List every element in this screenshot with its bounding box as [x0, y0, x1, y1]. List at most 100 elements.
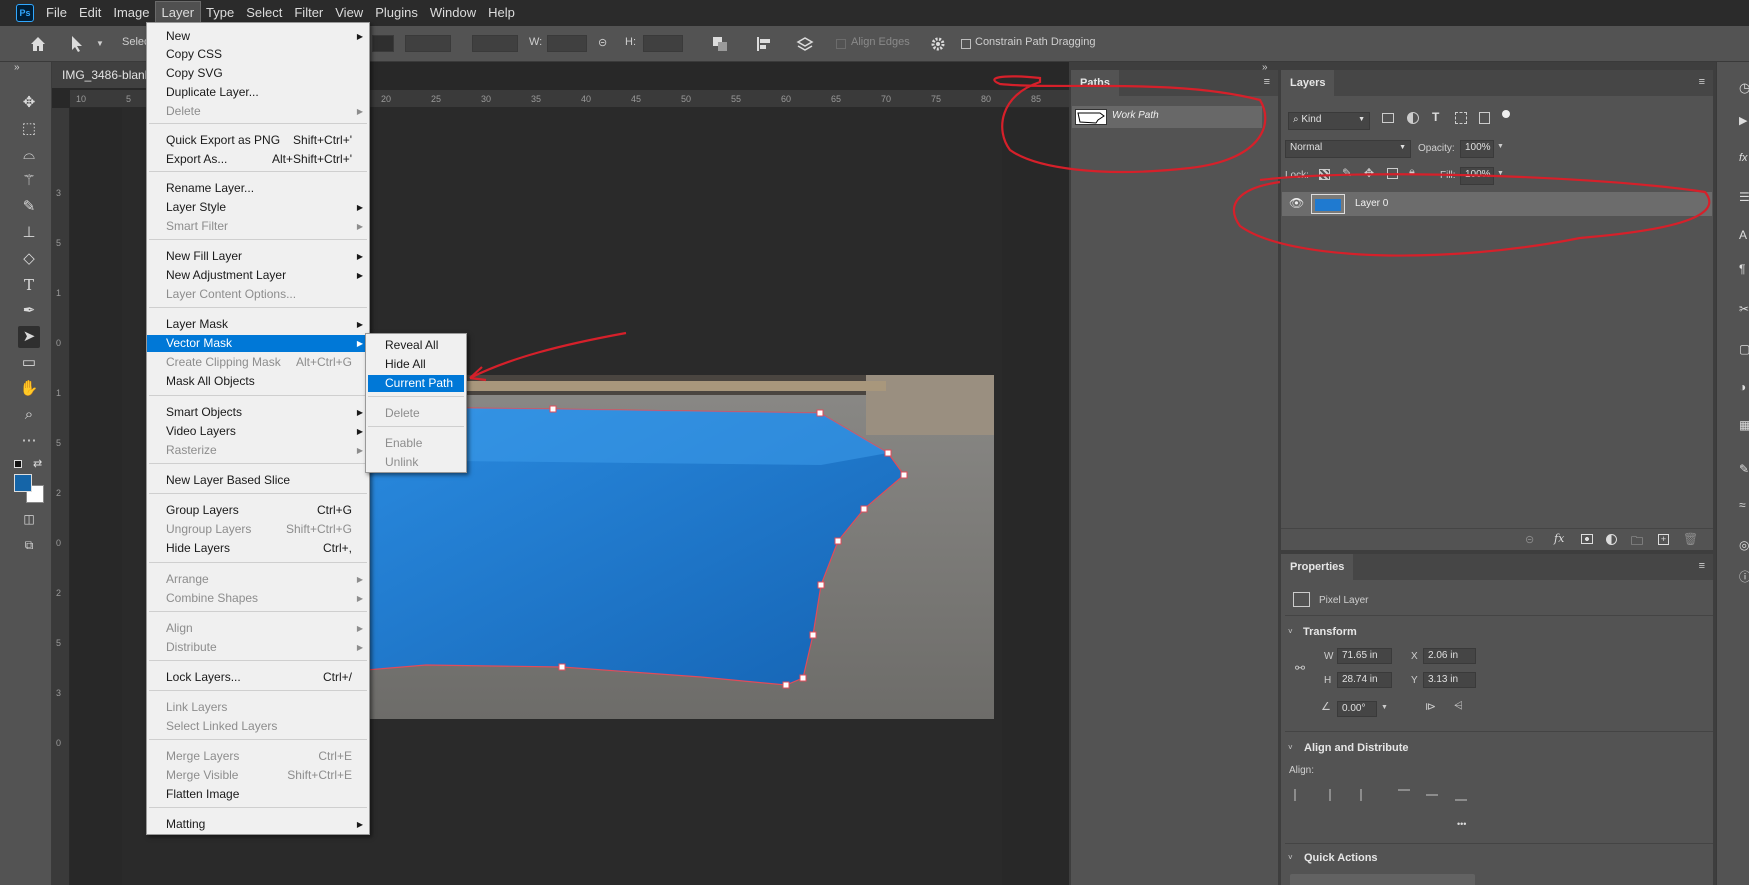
- layer-style-icon[interactable]: fx: [1554, 532, 1564, 545]
- stamp-tool-icon[interactable]: ⊥: [18, 222, 40, 244]
- adjustments-icon[interactable]: ☰: [1739, 190, 1749, 204]
- menu-filter[interactable]: Filter: [288, 2, 329, 24]
- menu-plugins[interactable]: Plugins: [369, 2, 424, 24]
- chevron-down-icon[interactable]: ˅: [1288, 743, 1293, 752]
- tab-layers[interactable]: Layers: [1281, 70, 1335, 96]
- eraser-tool-icon[interactable]: ◇: [18, 248, 40, 270]
- align-left-icon[interactable]: [1294, 789, 1306, 801]
- panel-menu-icon[interactable]: ≡: [1699, 560, 1705, 572]
- menu-item-group-layers[interactable]: Group Layers Ctrl+G: [147, 502, 369, 519]
- quick-actions-title[interactable]: Quick Actions: [1304, 852, 1378, 864]
- menu-select[interactable]: Select: [240, 2, 288, 24]
- collapse-toolbar-icon[interactable]: »: [14, 62, 20, 73]
- menu-item-select-linked-layers[interactable]: Select Linked Layers: [147, 718, 369, 735]
- libraries-icon[interactable]: ▢: [1739, 342, 1749, 356]
- width-field[interactable]: [547, 35, 587, 52]
- menu-item-vector-mask[interactable]: Vector Mask ▶: [147, 335, 369, 352]
- angle-field[interactable]: 0.00°: [1337, 701, 1377, 717]
- layer-row[interactable]: 👁︎ Layer 0: [1282, 192, 1712, 216]
- screen-mode-icon[interactable]: ⧉: [18, 534, 40, 556]
- brush-settings-icon[interactable]: ✎: [1739, 462, 1749, 476]
- menu-item-combine-shapes[interactable]: Combine Shapes ▶: [147, 590, 369, 607]
- navigator-icon[interactable]: ◎: [1739, 538, 1749, 552]
- menu-item-copy-css[interactable]: Copy CSS: [147, 46, 369, 63]
- brush-tool-icon[interactable]: ✎: [18, 196, 40, 218]
- menu-item-merge-layers[interactable]: Merge Layers Ctrl+E: [147, 748, 369, 765]
- lock-transparent-icon[interactable]: [1319, 169, 1330, 180]
- rectangle-tool-icon[interactable]: ▭: [18, 352, 40, 374]
- menu-item-copy-svg[interactable]: Copy SVG: [147, 65, 369, 82]
- paragraph-icon[interactable]: ¶: [1739, 262, 1745, 276]
- link-layers-icon[interactable]: ⊝: [1525, 533, 1534, 546]
- default-colors-icon[interactable]: [14, 460, 22, 468]
- delete-layer-icon[interactable]: 🗑︎: [1683, 532, 1698, 546]
- transform-title[interactable]: Transform: [1303, 626, 1357, 638]
- width-field[interactable]: 71.65 in: [1337, 648, 1392, 664]
- menu-type[interactable]: Type: [200, 2, 240, 24]
- menu-item-hide-layers[interactable]: Hide Layers Ctrl+,: [147, 540, 369, 557]
- new-layer-icon[interactable]: +: [1658, 534, 1669, 545]
- menu-item-ungroup-layers[interactable]: Ungroup Layers Shift+Ctrl+G: [147, 521, 369, 538]
- menu-item-quick-export-png[interactable]: Quick Export as PNG Shift+Ctrl+': [147, 132, 369, 149]
- menu-help[interactable]: Help: [482, 2, 521, 24]
- menu-item-unlink[interactable]: Unlink: [368, 454, 464, 471]
- menu-item-rename-layer[interactable]: Rename Layer...: [147, 180, 369, 197]
- menu-item-current-path[interactable]: Current Path: [368, 375, 464, 392]
- remove-background-button[interactable]: [1290, 874, 1475, 885]
- path-arrangement-icon[interactable]: [796, 36, 814, 52]
- menu-item-mask-all-objects[interactable]: Mask All Objects: [147, 373, 369, 390]
- actions-icon[interactable]: ▶: [1739, 114, 1747, 127]
- quick-mask-icon[interactable]: ◫: [18, 508, 40, 530]
- chevron-down-icon[interactable]: ˅: [1288, 853, 1293, 862]
- opacity-field[interactable]: 100%: [1460, 140, 1494, 158]
- menu-item-merge-visible[interactable]: Merge Visible Shift+Ctrl+E: [147, 767, 369, 784]
- menu-image[interactable]: Image: [107, 2, 155, 24]
- lock-position-icon[interactable]: ✥: [1364, 166, 1374, 180]
- menu-item-layer-content-options[interactable]: Layer Content Options...: [147, 286, 369, 303]
- more-options-button[interactable]: •••: [1457, 819, 1466, 829]
- stroke-width-field[interactable]: [405, 35, 451, 52]
- menu-item-reveal-all[interactable]: Reveal All: [368, 337, 464, 354]
- align-center-v-icon[interactable]: [1426, 794, 1438, 796]
- menu-item-create-clipping-mask[interactable]: Create Clipping Mask Alt+Ctrl+G: [147, 354, 369, 371]
- link-wh-icon[interactable]: ⚯: [1295, 661, 1305, 675]
- menu-item-layer-mask[interactable]: Layer Mask ▶: [147, 316, 369, 333]
- flip-horizontal-icon[interactable]: ⧐: [1425, 700, 1436, 713]
- align-edges-checkbox[interactable]: [836, 39, 846, 49]
- menu-item-flatten-image[interactable]: Flatten Image: [147, 786, 369, 803]
- path-alignment-icon[interactable]: [756, 36, 772, 52]
- chevron-down-icon[interactable]: ˅: [1288, 627, 1293, 636]
- move-tool-icon[interactable]: ✥: [18, 92, 40, 114]
- menu-item-smart-filter[interactable]: Smart Filter ▶: [147, 218, 369, 235]
- menu-item-enable[interactable]: Enable: [368, 435, 464, 452]
- y-field[interactable]: 3.13 in: [1423, 672, 1476, 688]
- menu-item-matting[interactable]: Matting ▶: [147, 816, 369, 833]
- flip-vertical-icon[interactable]: ⩤: [1454, 700, 1463, 713]
- tools-icon[interactable]: ✂: [1739, 302, 1749, 316]
- fill-field[interactable]: 100%: [1460, 167, 1494, 185]
- path-selection-tool-icon[interactable]: [70, 35, 84, 53]
- menu-item-delete[interactable]: Delete ▶: [147, 103, 369, 120]
- history-icon[interactable]: ◷: [1739, 80, 1749, 96]
- filter-pixel-icon[interactable]: [1382, 113, 1394, 123]
- marquee-tool-icon[interactable]: ⬚: [18, 118, 40, 140]
- hand-tool-icon[interactable]: ✋: [18, 378, 40, 400]
- menu-item-distribute[interactable]: Distribute ▶: [147, 639, 369, 656]
- align-distribute-title[interactable]: Align and Distribute: [1304, 742, 1409, 754]
- menu-item-new-fill-layer[interactable]: New Fill Layer ▶: [147, 248, 369, 265]
- chevron-down-icon[interactable]: ▼: [1381, 704, 1388, 711]
- menu-item-export-as[interactable]: Export As... Alt+Shift+Ctrl+': [147, 151, 369, 168]
- menu-item-new[interactable]: New ▶: [147, 28, 369, 45]
- magic-wand-tool-icon[interactable]: ⚚: [18, 170, 40, 192]
- menu-item-video-layers[interactable]: Video Layers ▶: [147, 423, 369, 440]
- layer-name[interactable]: Layer 0: [1355, 198, 1388, 209]
- lock-pixels-icon[interactable]: ✎: [1342, 166, 1352, 180]
- filter-shape-icon[interactable]: [1455, 112, 1467, 124]
- color-icon[interactable]: ◑: [1739, 380, 1746, 394]
- menu-item-align[interactable]: Align ▶: [147, 620, 369, 637]
- menu-item-rasterize[interactable]: Rasterize ▶: [147, 442, 369, 459]
- adjustment-layer-icon[interactable]: [1606, 534, 1617, 545]
- eye-icon[interactable]: 👁︎: [1289, 196, 1304, 210]
- align-bottom-icon[interactable]: [1455, 789, 1467, 801]
- menu-edit[interactable]: Edit: [73, 2, 107, 24]
